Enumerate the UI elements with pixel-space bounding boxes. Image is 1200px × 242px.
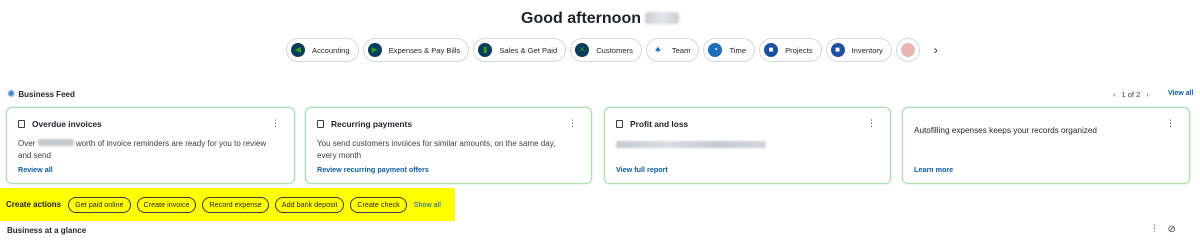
nav-pill-label: Sales & Get Paid	[499, 45, 558, 55]
record-expense-button[interactable]: Record expense	[202, 196, 269, 213]
chevron-right-icon[interactable]: ›	[930, 43, 942, 57]
expenses-icon: ▶	[367, 43, 382, 57]
report-icon	[616, 120, 623, 128]
create-check-button[interactable]: Create check	[350, 196, 407, 213]
card-title: Overdue invoices	[32, 119, 102, 129]
card-title: Recurring payments	[331, 119, 412, 129]
team-icon: ♣	[650, 43, 665, 57]
add-bank-deposit-button[interactable]: Add bank deposit	[274, 196, 345, 213]
feed-pager: ‹ 1 of 2 ›	[1110, 90, 1152, 99]
nav-pill-label: Time	[729, 45, 747, 55]
invoice-icon	[18, 120, 25, 128]
card-recurring-payments: Recurring payments ⋮ You send customers …	[305, 107, 592, 184]
redacted-amount	[37, 139, 74, 146]
nav-pill-inventory[interactable]: ■ Inventory	[825, 38, 892, 62]
more-app-icon	[900, 43, 915, 57]
card-autofilling-expenses: ⋮ Autofilling expenses keeps your record…	[902, 107, 1190, 184]
projects-icon: ■	[764, 43, 779, 57]
nav-pill-label: Accounting	[312, 45, 350, 55]
accounting-icon: ◀	[291, 43, 305, 57]
inventory-icon: ■	[830, 43, 845, 57]
sliders-icon[interactable]: ⫶	[1153, 224, 1156, 235]
nav-pill-accounting[interactable]: ◀ Accounting	[286, 38, 359, 62]
business-feed-header: ✺ Business Feed	[7, 89, 75, 100]
more-options-icon[interactable]: ⋮	[568, 119, 577, 128]
nav-pill-label: Customers	[596, 45, 633, 55]
card-body: Autofilling expenses keeps your records …	[914, 126, 1097, 135]
pager-text: 1 of 2	[1121, 90, 1141, 99]
nav-pill-sales[interactable]: ▮ Sales & Get Paid	[473, 38, 567, 62]
chevron-left-icon[interactable]: ‹	[1113, 90, 1116, 99]
card-overdue-invoices: Overdue invoices ⋮ Over worth of invoice…	[6, 107, 295, 184]
redacted-text	[616, 141, 766, 148]
sales-icon: ▮	[478, 43, 493, 57]
glance-toolbar: ⫶ ⊘	[1153, 224, 1188, 235]
learn-more-link[interactable]: Learn more	[914, 165, 953, 174]
card-body	[616, 138, 872, 148]
invoice-icon	[317, 120, 324, 128]
app-nav-pills: ◀ Accounting ▶ Expenses & Pay Bills ▮ Sales…	[286, 38, 942, 62]
view-all-link[interactable]: View all	[1168, 90, 1194, 97]
greeting-text: Good afternoon	[521, 10, 641, 27]
customers-icon: ✕	[575, 43, 590, 57]
nav-pill-projects[interactable]: ■ Projects	[759, 38, 822, 62]
nav-pill-team[interactable]: ♣ Team	[645, 38, 700, 62]
business-feed-title: Business Feed	[18, 90, 75, 99]
nav-pill-label: Inventory	[851, 45, 883, 55]
more-options-icon[interactable]: ⋮	[271, 119, 280, 128]
eye-off-icon[interactable]: ⊘	[1168, 224, 1176, 235]
card-body: Over worth of invoice reminders are read…	[18, 139, 267, 160]
sparkle-icon: ✺	[7, 89, 16, 100]
nav-pill-expenses[interactable]: ▶ Expenses & Pay Bills	[362, 38, 470, 62]
view-full-report-link[interactable]: View full report	[616, 165, 668, 174]
nav-pill-label: Expenses & Pay Bills	[388, 45, 461, 55]
show-all-link[interactable]: Show all	[414, 200, 441, 209]
nav-pill-more[interactable]	[895, 38, 920, 62]
create-actions-label: Create actions	[6, 200, 62, 209]
nav-pill-label: Team	[671, 45, 691, 55]
more-options-icon[interactable]: ⋮	[867, 119, 876, 128]
review-all-link[interactable]: Review all	[18, 165, 53, 174]
card-title: Profit and loss	[630, 119, 689, 129]
get-paid-online-button[interactable]: Get paid online	[68, 196, 131, 213]
time-icon: ◔	[708, 43, 723, 57]
nav-pill-label: Projects	[785, 45, 813, 55]
nav-pill-customers[interactable]: ✕ Customers	[570, 38, 642, 62]
create-invoice-button[interactable]: Create invoice	[136, 196, 197, 213]
create-actions-bar: Create actions Get paid online Create in…	[0, 188, 455, 221]
card-profit-and-loss: Profit and loss ⋮ View full report	[604, 107, 891, 184]
review-recurring-link[interactable]: Review recurring payment offers	[317, 165, 429, 174]
card-body: You send customers invoices for similar …	[317, 139, 556, 160]
chevron-right-icon[interactable]: ›	[1146, 90, 1149, 99]
business-at-a-glance-title: Business at a glance	[7, 226, 87, 235]
nav-pill-time[interactable]: ◔ Time	[703, 38, 756, 62]
greeting-header: Good afternoon	[0, 10, 1200, 28]
redacted-user-name	[644, 12, 679, 24]
